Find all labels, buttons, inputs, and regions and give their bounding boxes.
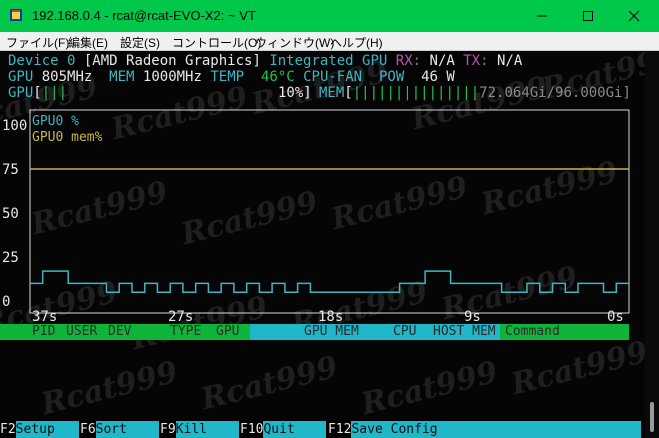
col-gpu[interactable]: GPU (216, 324, 239, 340)
fkey-sort[interactable]: F6Sort (80, 421, 160, 438)
x-tick-label: 0s (607, 309, 624, 325)
maximize-button[interactable] (565, 0, 611, 32)
title-bar[interactable]: 192.168.0.4 - rcat@rcat-EVO-X2: ~ VT (0, 0, 659, 32)
utilization-chart: 100 75 50 25 0 37s 27s 18s 9s 0s GPU0 %GPU0 mem% (2, 109, 630, 325)
series-line-0 (30, 270, 629, 293)
x-tick-label: 9s (464, 309, 481, 325)
col-dev[interactable]: DEV (108, 324, 131, 340)
x-tick-label: 37s (32, 309, 57, 325)
minimize-button[interactable] (519, 0, 565, 32)
y-tick-label: 100 (2, 118, 27, 134)
menu-settings[interactable]: 設定(S) (120, 34, 160, 51)
col-host-mem[interactable]: HOST MEM (433, 324, 496, 340)
fkey-save-config[interactable]: F12Save Config (328, 421, 645, 438)
fkey-quit[interactable]: F10Quit (240, 421, 328, 438)
col-gpu-mem[interactable]: GPU MEM (304, 324, 359, 340)
col-pid[interactable]: PID (32, 324, 55, 340)
terminal[interactable]: Rcat999 Rcat999 Rcat999 Rcat999 Rcat999 … (0, 51, 659, 438)
terminal-app-icon (10, 9, 22, 21)
process-table-header: PID USER DEV TYPE GPU GPU MEM CPU HOST M… (0, 324, 629, 340)
menu-bar: ファイル(F) 編集(E) 設定(S) コントロール(O) ウィンドウ(W) ヘ… (0, 32, 659, 51)
col-type[interactable]: TYPE (170, 324, 201, 340)
x-tick-label: 18s (318, 309, 343, 325)
menu-edit[interactable]: 編集(E) (68, 34, 108, 51)
y-tick-label: 0 (2, 294, 10, 310)
fkey-kill[interactable]: F9Kill (160, 421, 240, 438)
y-tick-label: 75 (2, 162, 19, 178)
col-user[interactable]: USER (66, 324, 97, 340)
col-command[interactable]: Command (505, 324, 560, 340)
y-tick-label: 25 (2, 250, 19, 266)
minimize-icon (537, 15, 547, 17)
menu-help[interactable]: ヘルプ(H) (330, 34, 383, 51)
legend-label-0: GPU0 % (32, 114, 79, 129)
y-tick-label: 50 (2, 206, 19, 222)
watermark: Rcat999 (197, 349, 342, 418)
chart-frame (29, 109, 630, 314)
window-title: 192.168.0.4 - rcat@rcat-EVO-X2: ~ VT (32, 8, 256, 23)
close-button[interactable] (611, 0, 657, 32)
menu-file[interactable]: ファイル(F) (6, 34, 69, 51)
scrollbar-thumb[interactable] (650, 402, 654, 432)
close-icon (628, 10, 640, 22)
maximize-icon (583, 11, 593, 21)
watermark: Rcat999 (507, 334, 652, 403)
col-cpu[interactable]: CPU (393, 324, 416, 340)
menu-control[interactable]: コントロール(O) (172, 34, 261, 51)
legend-label-1: GPU0 mem% (32, 130, 103, 145)
menu-window[interactable]: ウィンドウ(W) (255, 34, 334, 51)
fkey-setup[interactable]: F2Setup (0, 421, 80, 438)
x-tick-label: 27s (168, 309, 193, 325)
function-key-bar: F2Setup F6Sort F9Kill F10Quit F12Save Co… (0, 421, 645, 438)
watermark: Rcat999 (37, 354, 182, 423)
vertical-scrollbar[interactable] (645, 51, 659, 438)
watermark: Rcat999 (357, 354, 502, 423)
